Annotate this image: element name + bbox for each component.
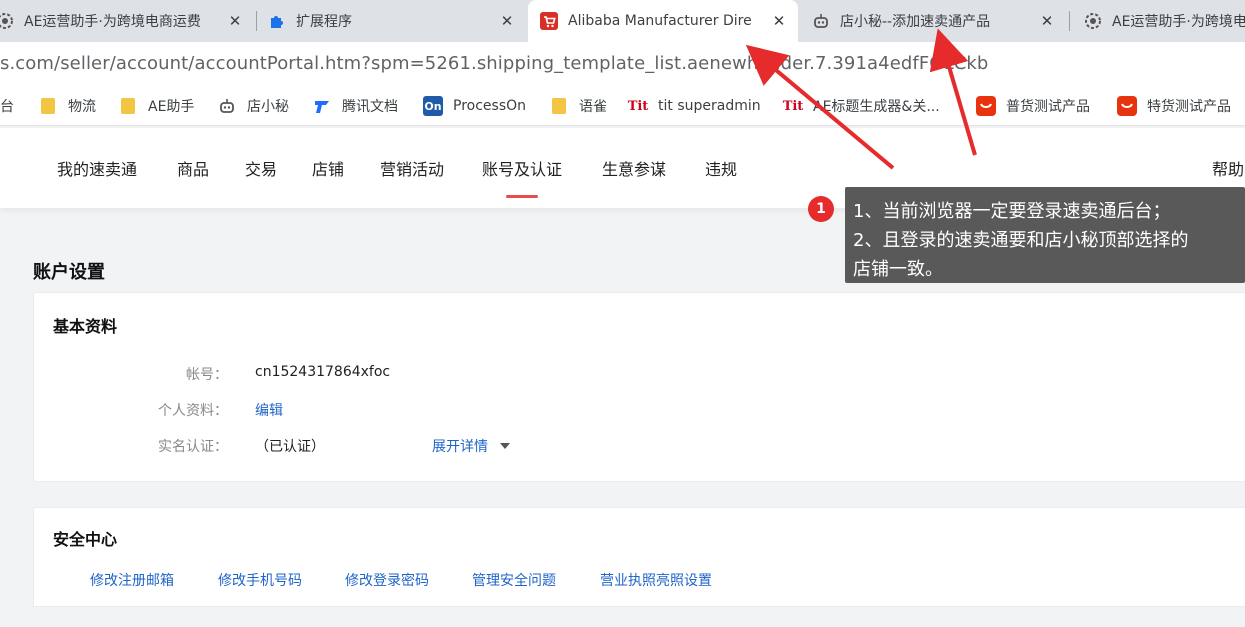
- nav-business-advisor[interactable]: 生意参谋: [602, 128, 666, 208]
- annotation-badge: 1: [808, 196, 834, 222]
- tab-close-button[interactable]: ✕: [498, 12, 516, 30]
- tab-ae-assistant-2[interactable]: AE运营助手·为跨境电: [1084, 0, 1245, 42]
- profile-edit-link[interactable]: 编辑: [255, 400, 283, 420]
- security-center-card: 安全中心 修改注册邮箱 修改手机号码 修改登录密码 管理安全问题 营业执照亮照设…: [33, 507, 1245, 607]
- basic-info-title: 基本资料: [53, 317, 118, 336]
- gear-face-icon: [0, 12, 14, 30]
- address-bar[interactable]: s.com/seller/account/accountPortal.htm?s…: [0, 42, 1245, 86]
- bookmark-label: 平台: [0, 99, 14, 115]
- tab-dianxiaomi[interactable]: 店小秘--添加速卖通产品 ✕: [812, 0, 1066, 42]
- tab-close-button[interactable]: ✕: [1038, 12, 1056, 30]
- bookmark-tit-superadmin[interactable]: Tit tit superadmin: [628, 86, 761, 126]
- bookmark-tencent-docs[interactable]: 腾讯文档: [312, 86, 398, 126]
- change-password-link[interactable]: 修改登录密码: [345, 570, 429, 590]
- bookmark-general-test-product[interactable]: 普货测试产品: [976, 86, 1090, 126]
- security-center-title: 安全中心: [53, 530, 118, 549]
- bookmark-label: tit superadmin: [658, 98, 761, 114]
- url-text[interactable]: s.com/seller/account/accountPortal.htm?s…: [0, 42, 988, 86]
- browser-tab-strip: AE运营助手·为跨境电商运费 ✕ 扩展程序 ✕ Alibaba Manufact…: [0, 0, 1245, 42]
- bookmark-label: 物流: [68, 99, 96, 115]
- nav-marketing[interactable]: 营销活动: [380, 128, 444, 208]
- annotation-note: 1、当前浏览器一定要登录速卖通后台； 2、且登录的速卖通要和店小秘顶部选择的 店…: [845, 187, 1245, 283]
- tab-close-button[interactable]: ✕: [770, 12, 788, 30]
- business-license-link[interactable]: 营业执照亮照设置: [600, 570, 712, 590]
- nav-account-verification[interactable]: 账号及认证: [482, 128, 562, 208]
- profile-label: 个人资料：: [158, 403, 228, 419]
- processon-icon: On: [423, 96, 443, 116]
- gear-face-icon: [1084, 12, 1102, 30]
- change-email-link[interactable]: 修改注册邮箱: [90, 570, 174, 590]
- robot-icon: [217, 96, 237, 116]
- robot-icon: [812, 12, 830, 30]
- tencent-docs-icon: [312, 96, 332, 116]
- expand-details-label: 展开详情: [432, 439, 488, 455]
- tab-alibaba-manufacturer[interactable]: Alibaba Manufacturer Dire ✕: [528, 0, 798, 42]
- tit-icon: Tit: [627, 98, 649, 114]
- nav-store[interactable]: 店铺: [312, 128, 344, 208]
- tab-title: AE运营助手·为跨境电商运费: [24, 14, 201, 30]
- bookmark-ae-title-generator[interactable]: Tit AE标题生成器&关...: [783, 86, 940, 126]
- bookmark-platform[interactable]: 平台: [0, 86, 14, 126]
- folder-icon: [549, 96, 569, 116]
- bookmark-logistics[interactable]: 物流: [38, 86, 96, 126]
- security-questions-link[interactable]: 管理安全问题: [472, 570, 556, 590]
- verification-status: （已认证）: [255, 439, 325, 455]
- caret-down-icon: [500, 443, 510, 449]
- tab-ae-assistant-1[interactable]: AE运营助手·为跨境电商运费 ✕: [0, 0, 250, 42]
- bookmark-label: AE标题生成器&关...: [813, 99, 940, 115]
- annotation-line-3: 店铺一致。: [853, 259, 943, 280]
- tab-title: AE运营助手·为跨境电: [1112, 14, 1245, 30]
- nav-violations[interactable]: 违规: [705, 128, 737, 208]
- bookmark-label: 普货测试产品: [1006, 99, 1090, 115]
- bookmark-processon[interactable]: On ProcessOn: [423, 86, 526, 126]
- tab-title: Alibaba Manufacturer Dire: [568, 13, 752, 29]
- nav-my-aliexpress[interactable]: 我的速卖通: [57, 128, 137, 208]
- verification-label: 实名认证：: [158, 439, 228, 455]
- account-value: cn1524317864xfoc: [255, 364, 391, 380]
- bookmark-special-test-product[interactable]: 特货测试产品: [1117, 86, 1231, 126]
- tit-icon: Tit: [782, 98, 804, 114]
- bookmark-label: 腾讯文档: [342, 99, 398, 115]
- bookmark-label: AE助手: [148, 99, 195, 115]
- tab-separator: [256, 11, 257, 31]
- tab-title: 扩展程序: [296, 14, 352, 30]
- bookmarks-bar: 平台 物流 AE助手 店小秘 腾讯文档 On ProcessOn 语雀 Tit …: [0, 86, 1245, 126]
- expand-details-link[interactable]: 展开详情: [432, 436, 510, 456]
- tab-extensions[interactable]: 扩展程序 ✕: [268, 0, 522, 42]
- page-title: 账户设置: [33, 262, 105, 283]
- bookmark-yuque[interactable]: 语雀: [549, 86, 607, 126]
- aliexpress-icon: [976, 96, 996, 116]
- nav-products[interactable]: 商品: [177, 128, 209, 208]
- change-phone-link[interactable]: 修改手机号码: [218, 570, 302, 590]
- nav-orders[interactable]: 交易: [245, 128, 277, 208]
- folder-icon: [118, 96, 138, 116]
- bookmark-label: 语雀: [579, 99, 607, 115]
- aliexpress-icon: [1117, 96, 1137, 116]
- tab-title: 店小秘--添加速卖通产品: [840, 14, 991, 30]
- bookmark-label: 店小秘: [247, 99, 289, 115]
- puzzle-icon: [268, 12, 286, 30]
- annotation-line-1: 1、当前浏览器一定要登录速卖通后台；: [853, 201, 1171, 222]
- bookmark-ae-helper[interactable]: AE助手: [118, 86, 194, 126]
- folder-icon: [38, 96, 58, 116]
- shopping-cart-icon: [540, 12, 558, 30]
- bookmark-label: ProcessOn: [453, 98, 527, 114]
- tab-close-button[interactable]: ✕: [226, 12, 244, 30]
- bookmark-dianxiaomi[interactable]: 店小秘: [217, 86, 289, 126]
- account-label: 帐号：: [186, 367, 228, 383]
- annotation-line-2: 2、且登录的速卖通要和店小秘顶部选择的: [853, 230, 1189, 251]
- tab-separator: [1069, 11, 1070, 31]
- bookmark-label: 特货测试产品: [1147, 99, 1231, 115]
- basic-info-card: 基本资料 帐号： cn1524317864xfoc 个人资料： 编辑 实名认证：…: [33, 292, 1245, 482]
